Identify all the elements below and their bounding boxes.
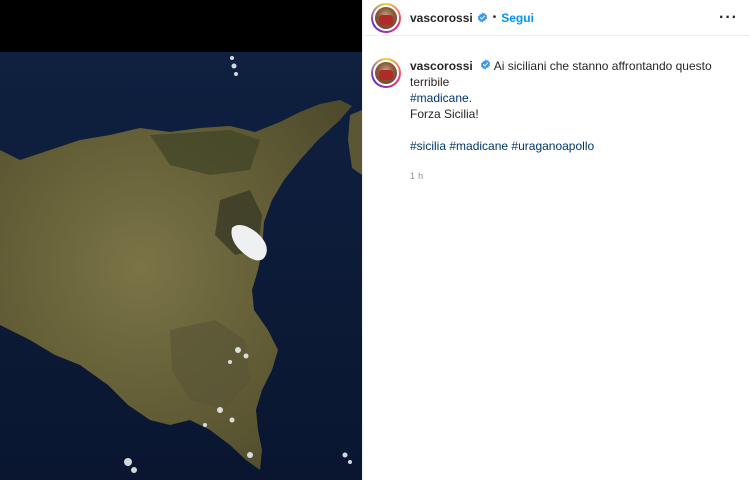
sicily-satellite-image — [0, 0, 362, 480]
hashtag-link[interactable]: #madicane — [449, 139, 508, 153]
separator-dot: • — [492, 12, 497, 23]
post-username[interactable]: vascorossi — [410, 11, 473, 25]
caption-username[interactable]: vascorossi — [410, 59, 473, 73]
follow-button[interactable]: Segui — [501, 11, 534, 25]
avatar[interactable] — [371, 2, 401, 33]
post-image[interactable] — [0, 0, 362, 480]
verified-badge-icon — [480, 59, 491, 70]
hashtag-link[interactable]: #sicilia — [410, 139, 446, 153]
post-timestamp[interactable]: 1 h — [410, 168, 738, 184]
verified-badge-icon — [477, 12, 488, 23]
more-options-icon[interactable]: ··· — [719, 9, 738, 25]
caption-line2: Forza Sicilia! — [410, 107, 479, 121]
hashtag-link[interactable]: #madicane. — [410, 90, 738, 106]
post-side-panel: vascorossi • Segui ··· vascorossi Ai sic… — [362, 0, 750, 480]
hashtag-link[interactable]: #uraganoapollo — [511, 139, 594, 153]
post-caption: vascorossi Ai siciliani che stanno affro… — [363, 36, 750, 184]
caption-body: vascorossi Ai siciliani che stanno affro… — [410, 58, 738, 184]
post-header: vascorossi • Segui ··· — [363, 0, 750, 36]
hashtag-list: #sicilia #madicane #uraganoapollo — [410, 138, 738, 154]
caption-avatar[interactable] — [371, 58, 401, 88]
